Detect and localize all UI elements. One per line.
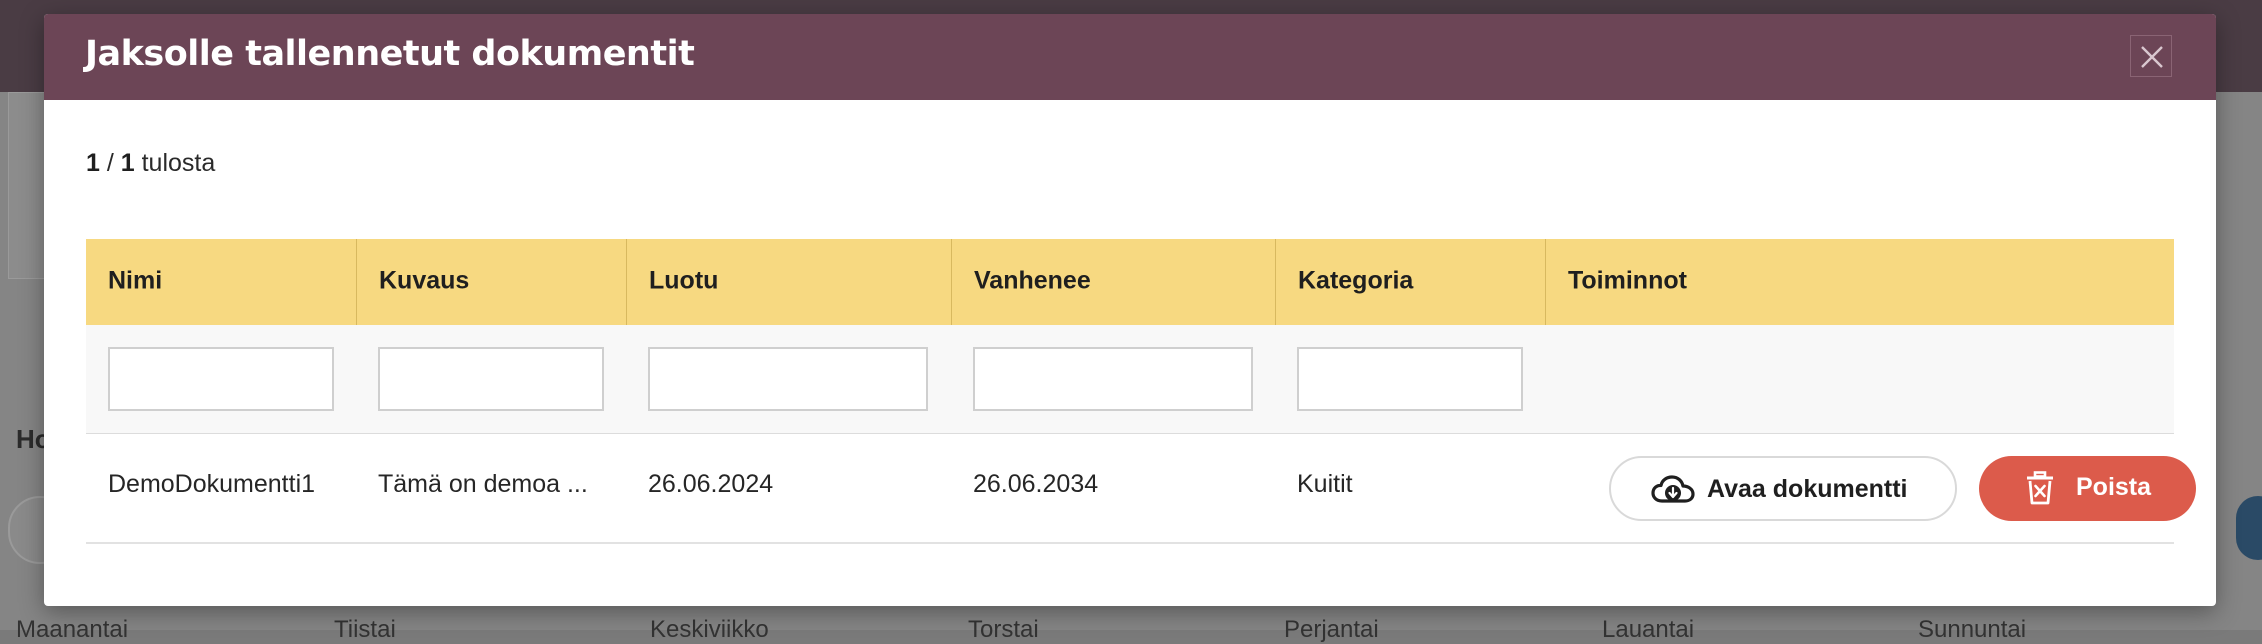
column-header-toiminnot: Toiminnot <box>1545 239 2174 325</box>
background-column-label: Keskiviikko <box>650 616 769 643</box>
background-column-label: Torstai <box>968 616 1039 643</box>
delete-button[interactable]: Poista <box>1979 456 2196 521</box>
result-suffix: tulosta <box>134 149 216 177</box>
background-column-label: Maanantai <box>16 616 129 643</box>
background-column-label: Lauantai <box>1602 616 1695 643</box>
delete-label: Poista <box>2076 473 2152 501</box>
filter-input-nimi[interactable] <box>108 347 334 411</box>
result-total: 1 <box>120 149 135 177</box>
background-column-label: Sunnuntai <box>1918 616 2027 643</box>
filter-input-luotu[interactable] <box>648 347 928 411</box>
column-header-nimi[interactable]: Nimi <box>86 239 356 325</box>
open-document-button[interactable]: Avaa dokumentti <box>1609 456 1957 521</box>
cell-kuvaus: Tämä on demoa ... <box>378 470 588 498</box>
modal-title: Jaksolle tallennetut dokumentit <box>85 34 695 74</box>
filter-input-kategoria[interactable] <box>1297 347 1523 411</box>
background-column-label: Perjantai <box>1284 616 1379 643</box>
cloud-download-icon <box>1651 475 1695 503</box>
documents-modal: Jaksolle tallennetut dokumentit 1 / 1 tu… <box>44 14 2216 606</box>
cell-nimi: DemoDokumentti1 <box>108 470 316 498</box>
trash-icon <box>2027 471 2053 505</box>
filter-input-kuvaus[interactable] <box>378 347 604 411</box>
column-header-vanhenee[interactable]: Vanhenee <box>951 239 1275 325</box>
table-header: Nimi Kuvaus Luotu Vanhenee Kategoria Toi… <box>86 239 2174 325</box>
result-count: 1 / 1 tulosta <box>86 149 215 178</box>
column-header-luotu[interactable]: Luotu <box>626 239 951 325</box>
filter-row <box>86 325 2174 434</box>
column-header-kategoria[interactable]: Kategoria <box>1275 239 1545 325</box>
cell-kategoria: Kuitit <box>1297 470 1353 498</box>
cell-luotu: 26.06.2024 <box>648 470 774 498</box>
column-header-kuvaus[interactable]: Kuvaus <box>356 239 626 325</box>
close-icon <box>2141 46 2163 68</box>
result-separator: / <box>99 149 121 177</box>
filter-input-vanhenee[interactable] <box>973 347 1253 411</box>
result-current: 1 <box>86 149 100 177</box>
close-button[interactable] <box>2130 35 2172 77</box>
cell-vanhenee: 26.06.2034 <box>973 470 1099 498</box>
table-row: DemoDokumentti1 Tämä on demoa ... 26.06.… <box>86 434 2196 544</box>
modal-header: Jaksolle tallennetut dokumentit <box>44 14 2216 100</box>
background-column-label: Tiistai <box>334 616 396 643</box>
open-document-label: Avaa dokumentti <box>1707 475 1908 503</box>
background-round-button <box>2236 496 2262 560</box>
